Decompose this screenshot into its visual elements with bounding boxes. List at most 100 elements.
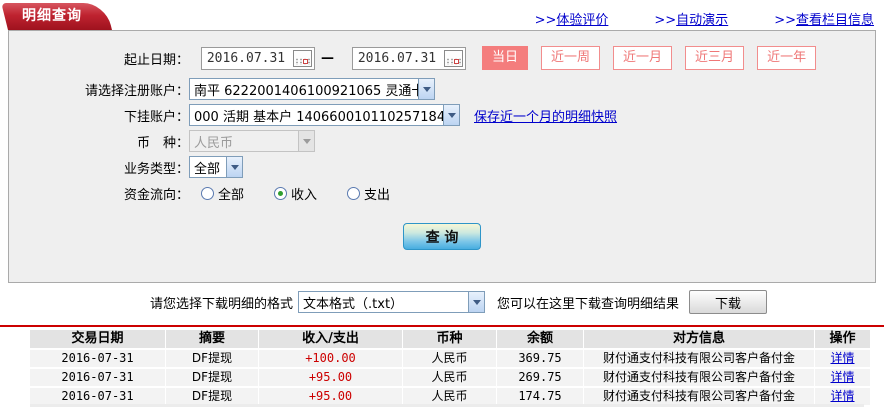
quick-range-button[interactable]: 当日 [482, 46, 529, 70]
chevron-down-icon[interactable] [226, 157, 242, 177]
sub-account-value: 000 活期 基本户 1406600101102571848 [194, 109, 443, 125]
cell-summary: DF提现 [166, 369, 258, 386]
start-date-input[interactable] [204, 48, 288, 68]
cell-date: 2016-07-31 [30, 350, 165, 367]
link-text: 查看栏目信息 [795, 13, 874, 28]
cell-counterparty: 财付通支付科技有限公司客户备付金 [584, 369, 814, 386]
quick-range-button[interactable]: 近一年 [757, 46, 817, 70]
detail-link[interactable]: 详情 [830, 370, 854, 384]
header-date: 交易日期 [30, 330, 165, 348]
link-prefix: >> [534, 13, 557, 28]
fund-flow-option: 收入 [274, 184, 317, 203]
business-type-row: 业务类型： 全部 [9, 154, 875, 180]
detail-link[interactable]: 详情 [830, 389, 854, 403]
top-bar: 明细查询 >>体验评价 >>自动演示 >>查看栏目信息 [0, 0, 884, 30]
top-link[interactable]: >>自动演示 [654, 9, 728, 28]
fund-flow-option: 支出 [347, 184, 390, 203]
link-prefix: >> [654, 13, 677, 28]
tab-label: 明细查询 [22, 8, 82, 24]
radio-icon[interactable] [274, 186, 288, 200]
chevron-down-icon[interactable] [418, 79, 434, 99]
radio-icon[interactable] [201, 186, 214, 200]
quick-range-buttons: 当日 近一周 近一月 近三月 近一年 [482, 46, 817, 70]
download-button[interactable]: 下载 [689, 290, 768, 314]
fund-flow-options: 全部 收入 支出 [201, 184, 390, 203]
table-row: 2016-07-31 DF提现 +100.00 人民币 369.75 财付通支付… [30, 350, 870, 367]
currency-select: 人民币 [189, 130, 315, 152]
cell-amount: +95.00 [259, 388, 402, 405]
cell-amount: +95.00 [259, 369, 402, 386]
cell-date: 2016-07-31 [30, 369, 165, 386]
query-button[interactable]: 查 询 [403, 223, 481, 250]
date-range-label: 起止日期： [123, 52, 189, 68]
date-range-separator: — [321, 50, 334, 66]
radio-label: 支出 [364, 187, 391, 203]
header-balance: 余额 [497, 330, 583, 348]
table-header-row: 交易日期 摘要 收入/支出 币种 余额 对方信息 操作 [30, 330, 870, 348]
header-action: 操作 [815, 330, 870, 348]
fund-flow-row: 资金流向： 全部 收入 支出 [9, 180, 875, 206]
business-type-label: 业务类型： [123, 161, 189, 177]
radio-label: 收入 [291, 187, 318, 203]
table-top-separator [0, 325, 884, 327]
registered-account-value: 南平 6222001406100921065 灵通卡 [194, 83, 418, 99]
date-range-row: 起止日期： — 当日近一周近一月近三月近一年 [9, 45, 875, 71]
top-links: >>体验评价 >>自动演示 >>查看栏目信息 [535, 9, 874, 28]
header-amount: 收入/支出 [259, 330, 402, 348]
link-text: 自动演示 [676, 13, 729, 28]
header-counterparty: 对方信息 [584, 330, 814, 348]
sub-account-select[interactable]: 000 活期 基本户 1406600101102571848 [189, 104, 460, 126]
end-date-field [352, 46, 466, 70]
sub-account-row: 下挂账户： 000 活期 基本户 1406600101102571848 保存近… [9, 102, 875, 128]
end-date-input[interactable] [355, 48, 439, 68]
query-form-panel: 起止日期： — 当日近一周近一月近三月近一年 请选择注册账户： 南平 62220… [8, 30, 876, 283]
table-row: 2016-07-31 DF提现 +95.00 人民币 269.75 财付通支付科… [30, 369, 870, 386]
currency-row: 币 种： 人民币 [9, 128, 875, 154]
cell-balance: 174.75 [497, 388, 583, 405]
detail-link[interactable]: 详情 [830, 351, 854, 365]
cell-balance: 269.75 [497, 369, 583, 386]
download-hint: 您可以在这里下载查询明细结果 [497, 296, 680, 312]
top-link[interactable]: >>体验评价 [535, 9, 609, 28]
header-currency: 币种 [403, 330, 496, 348]
quick-range-button[interactable]: 近三月 [685, 46, 745, 70]
download-format-label: 请您选择下载明细的格式 [150, 296, 294, 312]
table-row: 2016-07-31 DF提现 +95.00 人民币 174.75 财付通支付科… [30, 388, 870, 405]
chevron-down-icon[interactable] [443, 105, 459, 125]
cell-summary: DF提现 [166, 350, 258, 367]
cell-counterparty: 财付通支付科技有限公司客户备付金 [584, 388, 814, 405]
top-link[interactable]: >>查看栏目信息 [774, 9, 874, 28]
header-summary: 摘要 [166, 330, 258, 348]
download-format-select[interactable]: 文本格式（.txt） [298, 291, 486, 313]
chevron-down-icon[interactable] [468, 292, 485, 312]
calendar-icon[interactable] [444, 49, 463, 67]
tab-detail-query[interactable]: 明细查询 [8, 3, 96, 30]
currency-label: 币 种： [136, 135, 189, 151]
table-body: 2016-07-31 DF提现 +100.00 人民币 369.75 财付通支付… [30, 350, 870, 405]
link-text: 体验评价 [556, 13, 609, 28]
download-format-value: 文本格式（.txt） [303, 296, 404, 312]
registered-account-label: 请选择注册账户： [84, 83, 189, 99]
detail-query-page: 明细查询 >>体验评价>>自动演示>>查看栏目信息 起止日期： — 当日近一周近… [0, 0, 884, 407]
cell-currency: 人民币 [403, 369, 496, 386]
download-row: 请您选择下载明细的格式 文本格式（.txt） 您可以在这里下载查询明细结果 下载 [0, 288, 884, 316]
registered-account-select[interactable]: 南平 6222001406100921065 灵通卡 [189, 78, 435, 100]
radio-icon[interactable] [347, 186, 361, 200]
calendar-icon[interactable] [293, 49, 312, 67]
cell-balance: 369.75 [497, 350, 583, 367]
cell-summary: DF提现 [166, 388, 258, 405]
query-button-row: 查 询 [9, 223, 875, 250]
results-table: 交易日期 摘要 收入/支出 币种 余额 对方信息 操作 2016-07-31 D… [30, 330, 870, 407]
radio-label: 全部 [218, 187, 245, 203]
cell-currency: 人民币 [403, 388, 496, 405]
quick-range-button[interactable]: 近一周 [541, 46, 601, 70]
start-date-field [201, 46, 315, 70]
sub-account-label: 下挂账户： [123, 109, 189, 125]
snapshot-link[interactable]: 保存近一个月的明细快照 [474, 106, 617, 125]
link-prefix: >> [774, 13, 796, 28]
quick-range-button[interactable]: 近一月 [613, 46, 673, 70]
cell-amount: +100.00 [259, 350, 402, 367]
business-type-value: 全部 [194, 161, 221, 177]
fund-flow-label: 资金流向： [123, 187, 189, 203]
business-type-select[interactable]: 全部 [189, 156, 243, 178]
